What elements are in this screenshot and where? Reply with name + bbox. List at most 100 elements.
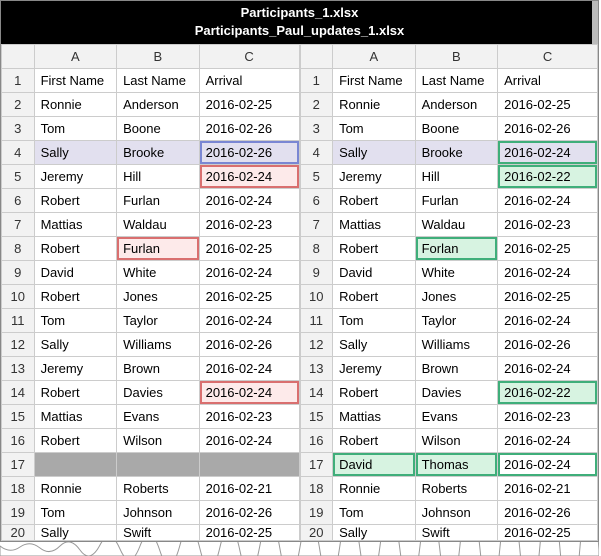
cell[interactable]: Robert xyxy=(34,237,117,261)
cell[interactable]: Ronnie xyxy=(333,477,416,501)
cell[interactable]: Sally xyxy=(34,141,117,165)
cell[interactable]: 2016-02-24 xyxy=(498,357,598,381)
cell[interactable]: 2016-02-24 xyxy=(199,429,299,453)
cell[interactable]: 2016-02-24 xyxy=(498,141,598,165)
row-header[interactable]: 11 xyxy=(2,309,35,333)
cell[interactable] xyxy=(34,453,117,477)
cell[interactable]: Hill xyxy=(117,165,200,189)
cell[interactable]: Robert xyxy=(333,429,416,453)
cell[interactable]: Anderson xyxy=(117,93,200,117)
cell[interactable]: 2016-02-26 xyxy=(199,501,299,525)
row-header[interactable]: 12 xyxy=(300,333,333,357)
row-header[interactable]: 19 xyxy=(2,501,35,525)
cell[interactable]: 2016-02-22 xyxy=(498,165,598,189)
cell[interactable]: Tom xyxy=(333,309,416,333)
cell[interactable]: White xyxy=(117,261,200,285)
cell[interactable]: 2016-02-23 xyxy=(199,213,299,237)
row-header[interactable]: 1 xyxy=(2,69,35,93)
cell[interactable]: 2016-02-26 xyxy=(498,333,598,357)
row-header[interactable]: 1 xyxy=(300,69,333,93)
cell[interactable]: 2016-02-23 xyxy=(199,405,299,429)
cell[interactable]: Waldau xyxy=(415,213,498,237)
cell[interactable]: Tom xyxy=(34,501,117,525)
row-header[interactable]: 3 xyxy=(2,117,35,141)
cell[interactable]: Waldau xyxy=(117,213,200,237)
cell[interactable]: 2016-02-24 xyxy=(199,357,299,381)
cell[interactable]: 2016-02-24 xyxy=(498,453,598,477)
row-header[interactable]: 6 xyxy=(2,189,35,213)
cell[interactable]: Johnson xyxy=(415,501,498,525)
row-header[interactable]: 17 xyxy=(2,453,35,477)
cell[interactable]: Jeremy xyxy=(333,165,416,189)
cell[interactable]: 2016-02-25 xyxy=(199,285,299,309)
row-header[interactable]: 9 xyxy=(2,261,35,285)
cell[interactable]: Evans xyxy=(415,405,498,429)
row-header[interactable]: 5 xyxy=(300,165,333,189)
cell[interactable]: Robert xyxy=(34,189,117,213)
cell[interactable]: 2016-02-22 xyxy=(498,381,598,405)
cell[interactable]: Davies xyxy=(415,381,498,405)
left-grid[interactable]: A B C 1First NameLast NameArrival2Ronnie… xyxy=(1,44,300,541)
cell[interactable]: Mattias xyxy=(34,405,117,429)
cell[interactable] xyxy=(117,453,200,477)
row-header[interactable]: 16 xyxy=(2,429,35,453)
cell[interactable]: 2016-02-25 xyxy=(498,525,598,541)
row-header[interactable]: 14 xyxy=(300,381,333,405)
row-header[interactable]: 8 xyxy=(300,237,333,261)
cell[interactable]: Brooke xyxy=(415,141,498,165)
cell[interactable]: 2016-02-25 xyxy=(498,237,598,261)
row-header[interactable]: 16 xyxy=(300,429,333,453)
cell[interactable]: Johnson xyxy=(117,501,200,525)
cell[interactable]: 2016-02-23 xyxy=(498,405,598,429)
cell[interactable]: Wilson xyxy=(117,429,200,453)
cell[interactable]: Brown xyxy=(415,357,498,381)
cell[interactable]: Mattias xyxy=(333,213,416,237)
cell[interactable]: Williams xyxy=(117,333,200,357)
cell[interactable]: Hill xyxy=(415,165,498,189)
cell[interactable] xyxy=(199,453,299,477)
cell[interactable]: Robert xyxy=(333,285,416,309)
cell[interactable]: Roberts xyxy=(415,477,498,501)
cell[interactable]: Swift xyxy=(415,525,498,541)
cell[interactable]: 2016-02-26 xyxy=(199,333,299,357)
cell[interactable]: 2016-02-24 xyxy=(498,261,598,285)
row-header[interactable]: 20 xyxy=(2,525,35,541)
cell[interactable]: Furlan xyxy=(117,189,200,213)
cell[interactable]: Swift xyxy=(117,525,200,541)
cell[interactable]: Taylor xyxy=(117,309,200,333)
cell[interactable]: Sally xyxy=(34,525,117,541)
row-header[interactable]: 3 xyxy=(300,117,333,141)
cell[interactable]: Mattias xyxy=(333,405,416,429)
cell[interactable]: 2016-02-25 xyxy=(199,525,299,541)
cell[interactable]: 2016-02-26 xyxy=(498,117,598,141)
cell[interactable]: 2016-02-24 xyxy=(199,309,299,333)
cell[interactable]: Furlan xyxy=(415,189,498,213)
right-grid[interactable]: A B C 1First NameLast NameArrival2Ronnie… xyxy=(300,44,599,541)
cell[interactable]: Tom xyxy=(333,501,416,525)
row-header[interactable]: 11 xyxy=(300,309,333,333)
cell[interactable]: Jeremy xyxy=(333,357,416,381)
row-header[interactable]: 2 xyxy=(300,93,333,117)
col-header-b[interactable]: B xyxy=(117,45,200,69)
cell[interactable]: Jeremy xyxy=(34,357,117,381)
cell[interactable]: Jeremy xyxy=(34,165,117,189)
cell[interactable]: 2016-02-24 xyxy=(199,381,299,405)
select-all-corner[interactable] xyxy=(300,45,333,69)
cell[interactable]: David xyxy=(34,261,117,285)
cell[interactable]: Tom xyxy=(34,117,117,141)
cell[interactable]: 2016-02-24 xyxy=(199,165,299,189)
row-header[interactable]: 18 xyxy=(2,477,35,501)
row-header[interactable]: 14 xyxy=(2,381,35,405)
cell[interactable]: Robert xyxy=(333,189,416,213)
cell[interactable]: 2016-02-25 xyxy=(199,93,299,117)
col-header-b[interactable]: B xyxy=(415,45,498,69)
cell[interactable]: 2016-02-24 xyxy=(199,189,299,213)
cell[interactable]: Tom xyxy=(34,309,117,333)
cell[interactable]: White xyxy=(415,261,498,285)
cell[interactable]: 2016-02-21 xyxy=(199,477,299,501)
row-header[interactable]: 18 xyxy=(300,477,333,501)
cell[interactable]: 2016-02-25 xyxy=(199,237,299,261)
cell[interactable]: Robert xyxy=(34,381,117,405)
cell[interactable]: Ronnie xyxy=(333,93,416,117)
row-header[interactable]: 20 xyxy=(300,525,333,541)
